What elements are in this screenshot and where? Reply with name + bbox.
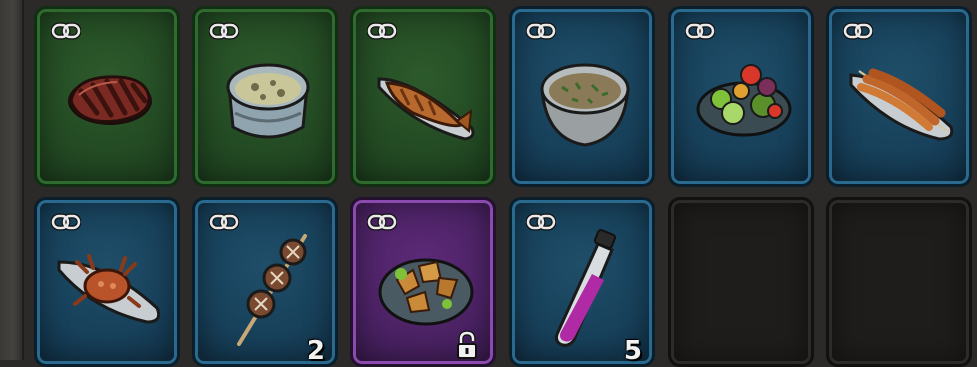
inventory-slot-empty[interactable]	[826, 197, 972, 367]
grilled-steak-icon	[68, 75, 152, 125]
mushroom-soup-icon	[226, 63, 310, 139]
stack-count: 2	[306, 336, 325, 366]
inventory-slot-fresh-salad[interactable]	[668, 6, 814, 187]
inventory-slot-mushroom-skewer[interactable]: 2	[192, 197, 338, 367]
inventory-grid: 2 5	[0, 0, 977, 367]
inventory-slot-grilled-steak[interactable]	[34, 6, 180, 187]
inventory-slot-crab-dish[interactable]	[34, 197, 180, 367]
stack-count: 5	[623, 336, 642, 366]
herb-porridge-bowl-icon	[540, 63, 630, 147]
crab-dish-icon	[57, 254, 161, 324]
inventory-slot-mushroom-soup[interactable]	[192, 6, 338, 187]
inventory-slot-herb-porridge-bowl[interactable]	[509, 6, 655, 187]
lock-icon	[457, 330, 477, 359]
inventory-slot-fried-meat-platter[interactable]	[350, 197, 496, 367]
fish-skewers-platter-icon	[849, 68, 954, 141]
fresh-salad-icon	[696, 64, 792, 137]
inventory-slot-fish-skewers-platter[interactable]	[826, 6, 972, 187]
inventory-slot-grilled-fish[interactable]	[350, 6, 496, 187]
grilled-fish-icon	[377, 77, 475, 141]
inventory-slot-empty[interactable]	[668, 197, 814, 367]
inventory-slot-potion-vial[interactable]: 5	[509, 197, 655, 367]
